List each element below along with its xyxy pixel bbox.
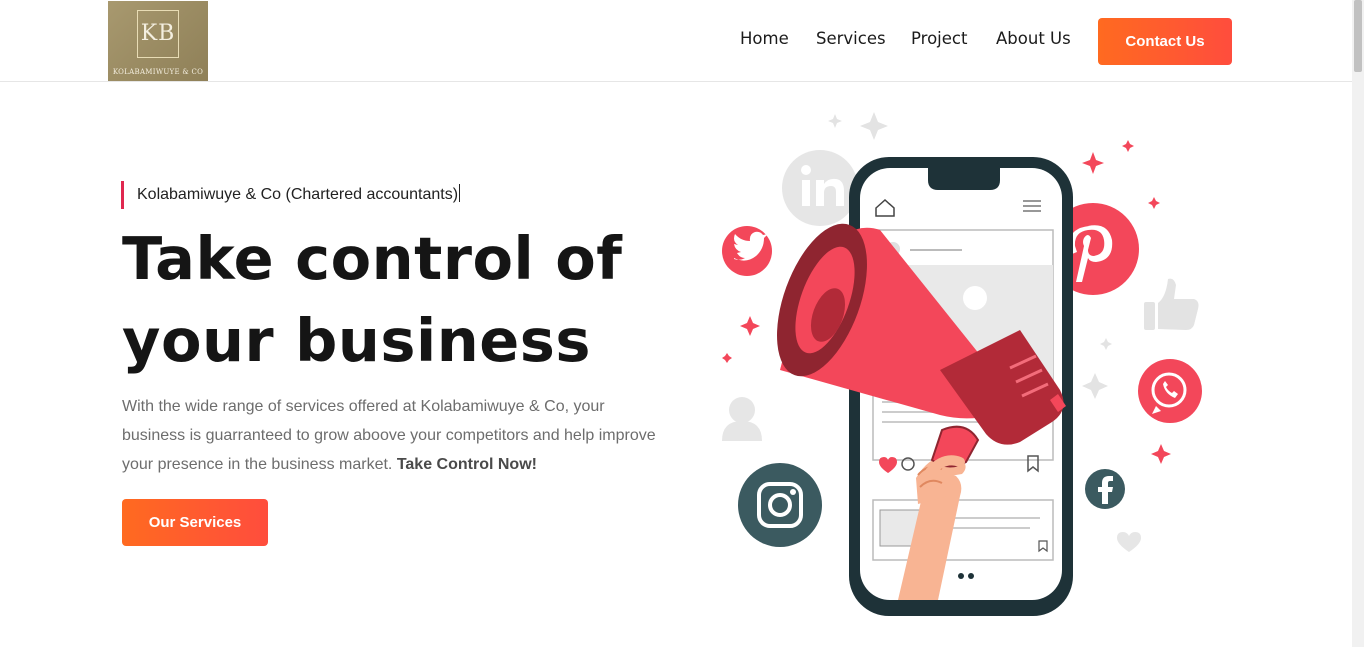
company-logo[interactable]: KB Kolabamiwuye & Co — [108, 1, 208, 81]
nav-home[interactable]: Home — [740, 29, 789, 48]
contact-us-button[interactable]: Contact Us — [1098, 18, 1232, 65]
logo-wordmark: Kolabamiwuye & Co — [112, 68, 204, 76]
social-media-illustration — [722, 112, 1202, 616]
nav-services[interactable]: Services — [816, 29, 886, 48]
instagram-icon — [738, 463, 822, 547]
scrollbar-thumb[interactable] — [1354, 0, 1362, 72]
hero-title-line-2: your business — [122, 306, 591, 375]
hero-title: Take control of your business — [122, 218, 642, 382]
hero-title-line-1: Take control of — [122, 224, 623, 293]
whatsapp-icon — [1138, 359, 1202, 423]
hero-tagline-text: Kolabamiwuye & Co (Chartered accountants… — [137, 186, 459, 203]
text-cursor — [459, 184, 461, 202]
thumbs-up-icon — [1144, 278, 1199, 330]
hero-description-emphasis: Take Control Now! — [396, 456, 537, 473]
nav-about-us[interactable]: About Us — [996, 29, 1071, 48]
linkedin-icon — [782, 150, 858, 226]
twitter-icon — [722, 226, 772, 276]
site-header: KB Kolabamiwuye & Co Home Services Proje… — [0, 0, 1352, 82]
logo-monogram: KB — [140, 21, 176, 46]
nav-project[interactable]: Project — [911, 29, 967, 48]
hero-description: With the wide range of services offered … — [122, 392, 667, 479]
heart-icon — [1117, 532, 1141, 552]
facebook-icon — [1085, 469, 1125, 509]
hero-tagline: Kolabamiwuye & Co (Chartered accountants… — [121, 181, 461, 209]
our-services-button[interactable]: Our Services — [122, 499, 268, 546]
user-icon — [722, 397, 762, 441]
hero-description-text: With the wide range of services offered … — [122, 398, 656, 473]
page-scrollbar[interactable] — [1352, 0, 1364, 647]
